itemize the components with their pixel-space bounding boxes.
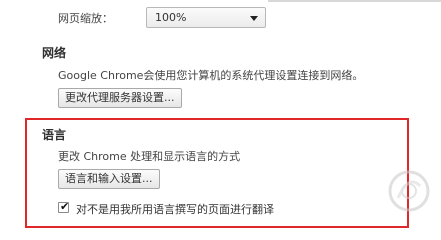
translate-checkbox-label: 对不是用我所用语言撰写的页面进行翻译	[76, 203, 274, 216]
language-section-title: 语言	[42, 128, 67, 142]
page-zoom-label: 网页缩放：	[58, 12, 113, 25]
checkmark-icon: ✔	[60, 200, 70, 213]
page-zoom-value: 100%	[155, 11, 187, 24]
page-zoom-select[interactable]: 100%	[146, 7, 266, 28]
watermark-logo-icon	[388, 170, 430, 212]
change-proxy-button[interactable]: 更改代理服务器设置...	[58, 88, 182, 108]
top-divider-strip	[268, 0, 441, 2]
translate-checkbox[interactable]: ✔	[58, 200, 70, 213]
language-input-settings-button[interactable]: 语言和输入设置...	[58, 169, 160, 189]
language-description: 更改 Chrome 处理和显示语言的方式	[58, 150, 241, 163]
chevron-down-icon	[250, 16, 258, 21]
network-section-title: 网络	[42, 46, 67, 60]
network-description: Google Chrome会使用您计算机的系统代理设置连接到网络。	[58, 69, 364, 82]
